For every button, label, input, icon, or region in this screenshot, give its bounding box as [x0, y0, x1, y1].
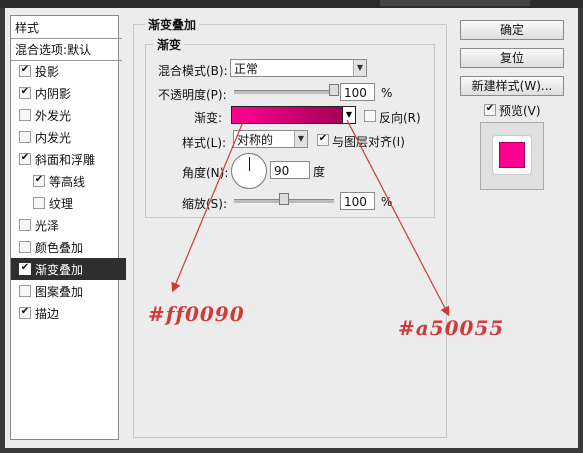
annotation-right-color: #a50055 — [398, 316, 505, 340]
arrow-left — [171, 121, 244, 293]
annotation-arrows — [171, 119, 450, 317]
arrow-right — [346, 119, 450, 317]
annotation-left-color: #ff0090 — [148, 302, 245, 326]
